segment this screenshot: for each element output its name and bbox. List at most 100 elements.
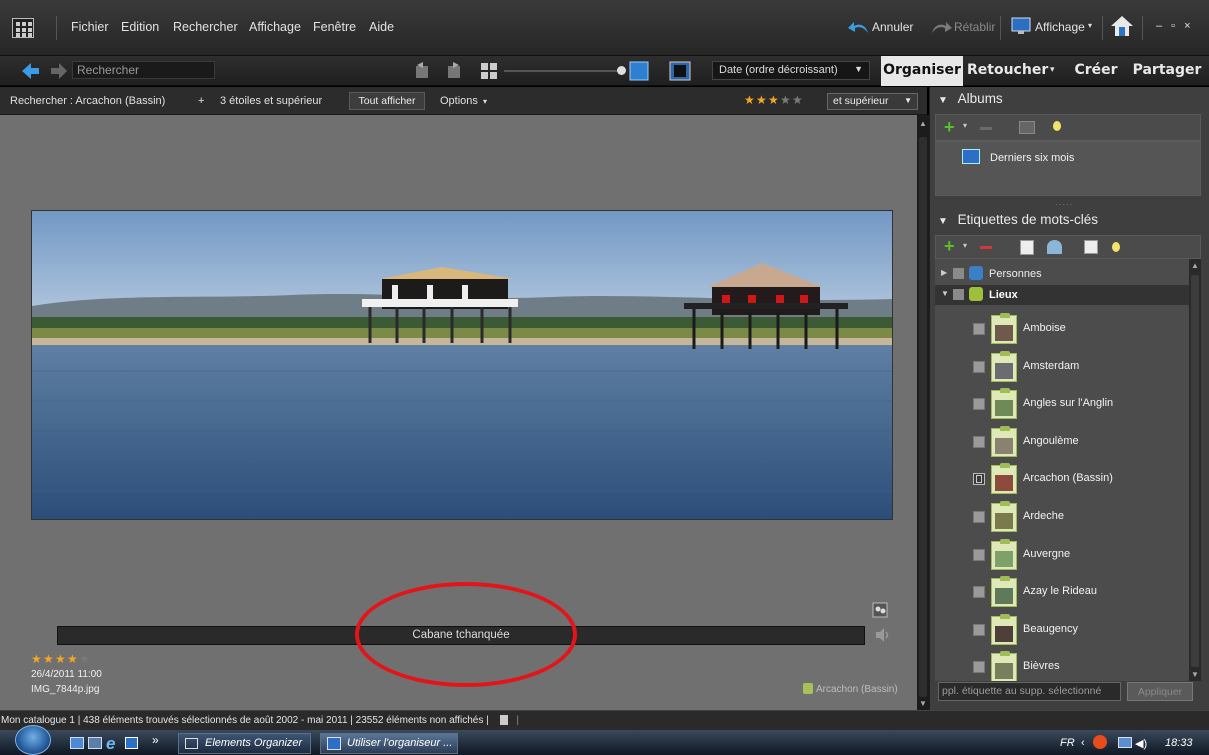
rotate-right-icon[interactable] [444,62,462,80]
menu-aide[interactable]: Aide [369,20,394,34]
single-photo-icon[interactable] [629,61,649,81]
photo-star-empty-icon[interactable]: ★ [79,652,91,666]
tag-checkbox[interactable] [973,473,985,486]
tag-checkbox[interactable] [973,511,985,523]
rotate-left-icon[interactable] [414,62,432,80]
tray-chevron-icon[interactable]: ‹ [1081,737,1085,749]
tag-item[interactable]: Angles sur l'Anglin [935,386,1191,423]
category-checkbox[interactable] [953,268,964,279]
thumbnail-grid-icon[interactable] [480,62,498,80]
tag-checkbox[interactable] [973,661,985,674]
display-menu-button[interactable]: Affichage [1035,20,1085,34]
overflow-chevron[interactable]: » [152,733,159,747]
tag-item[interactable]: Amboise [935,311,1191,348]
undo-button[interactable]: Annuler [872,20,913,34]
home-icon[interactable] [1110,15,1134,37]
add-icon[interactable]: + [944,117,955,138]
fullscreen-icon[interactable] [669,61,691,81]
apply-tag-input[interactable]: ppl. étiquette au supp. sélectionné [938,682,1121,701]
options-menu[interactable]: Options [440,95,478,107]
tab-creer[interactable]: Créer [1068,56,1124,86]
tag-checkbox[interactable] [973,360,985,373]
taskbar-button-organizer[interactable]: Elements Organizer [178,733,311,754]
bulb-icon[interactable] [1053,121,1061,131]
window-controls[interactable]: – ▫ × [1156,20,1194,32]
photo-rating-stars[interactable]: ★★★★★ [31,652,101,666]
add-criteria-icon[interactable]: + [198,95,204,107]
menu-fichier[interactable]: Fichier [71,20,109,34]
keywords-header[interactable]: ▼ Etiquettes de mots-clés [930,208,1209,233]
tab-retoucher[interactable]: Retoucher [967,56,1048,86]
clock[interactable]: 18:33 [1165,737,1193,749]
photo-star-filled-icon[interactable]: ★ [43,652,55,666]
redo-icon[interactable] [930,18,952,36]
tag-item[interactable]: Angoulème [935,424,1191,461]
menu-affichage[interactable]: Affichage [249,20,301,34]
filter-star-filled-icon[interactable]: ★ [768,93,780,107]
scrollbar-thumb[interactable] [1191,275,1199,667]
scroll-down-icon[interactable]: ▼ [1191,670,1199,679]
rating-filter-stars[interactable]: ★★★★★ [744,93,824,109]
photo-star-filled-icon[interactable]: ★ [31,652,43,666]
tag-item[interactable]: Azay le Rideau [935,574,1191,611]
category-lieux[interactable]: ▼ Lieux [935,285,1189,305]
people-recognition-icon[interactable] [872,602,888,618]
photo-arcachon-cabanes[interactable] [31,210,893,520]
tray-app-icon[interactable] [1093,735,1107,749]
taskbar-button-word[interactable]: Utiliser l'organiseur ... [320,733,458,754]
filter-star-filled-icon[interactable]: ★ [756,93,768,107]
tag-item[interactable]: Ardeche [935,499,1191,536]
zoom-slider-track[interactable] [504,70,622,72]
search-input[interactable]: Rechercher [72,61,215,79]
tag-checkbox[interactable] [973,623,985,636]
app-grid-icon[interactable] [12,18,34,38]
tag-item[interactable]: Bièvres [935,649,1191,681]
tag-checkbox[interactable] [973,435,985,448]
photo-star-filled-icon[interactable]: ★ [67,652,79,666]
tag-checkbox[interactable] [973,398,985,411]
tag-item[interactable]: Beaugency [935,612,1191,649]
filter-star-empty-icon[interactable]: ★ [780,93,792,107]
menu-rechercher[interactable]: Rechercher [173,20,238,34]
apply-tag-button[interactable]: Appliquer [1127,682,1193,701]
expand-triangle-icon[interactable]: ▶ [941,268,947,277]
rating-comparator-select[interactable]: et supérieur ▼ [827,93,918,110]
bulb-icon[interactable] [1112,242,1120,252]
scroll-up-icon[interactable]: ▲ [919,119,927,128]
albums-header[interactable]: ▼ Albums [930,87,1209,112]
chevron-down-icon[interactable]: ▾ [963,121,967,130]
back-arrow-icon[interactable] [22,63,40,79]
tag-edit-icon[interactable] [1020,240,1034,255]
tag-checkbox[interactable] [973,586,985,599]
viewer-scrollbar[interactable]: ▲ ▼ [917,115,929,710]
zoom-slider-handle[interactable] [617,66,626,75]
redo-button[interactable]: Rétablir [954,20,995,34]
speaker-icon[interactable] [874,627,890,643]
tag-item[interactable]: Amsterdam [935,349,1191,386]
tag-list-scrollbar[interactable]: ▲ ▼ [1189,259,1201,681]
language-indicator[interactable]: FR [1060,737,1075,749]
media-player-icon[interactable] [125,737,138,749]
remove-icon[interactable] [980,246,992,249]
edit-icon[interactable] [1019,121,1035,134]
photo-star-filled-icon[interactable]: ★ [55,652,67,666]
category-personnes[interactable]: ▶ Personnes [935,265,1189,283]
sort-order-select[interactable]: Date (ordre décroissant) ▼ [712,61,870,80]
switch-windows-icon[interactable] [88,737,102,749]
scroll-down-icon[interactable]: ▼ [919,699,927,708]
internet-explorer-icon[interactable]: e [106,734,115,754]
tag-checkbox[interactable] [973,323,985,335]
tag-item[interactable]: Arcachon (Bassin) [935,461,1191,498]
forward-arrow-icon[interactable] [51,63,67,79]
start-button[interactable] [15,725,51,755]
photo-location-tag[interactable]: Arcachon (Bassin) [816,684,898,695]
network-icon[interactable] [1118,737,1132,748]
add-icon[interactable]: + [944,236,955,257]
show-desktop-icon[interactable] [70,737,84,749]
lock-icon[interactable] [499,715,508,726]
collapse-triangle-icon[interactable]: ▼ [941,289,949,298]
filter-star-empty-icon[interactable]: ★ [792,93,804,107]
remove-icon[interactable] [980,127,992,130]
chevron-down-icon[interactable]: ▾ [963,241,967,250]
face-icon[interactable] [1084,240,1098,254]
